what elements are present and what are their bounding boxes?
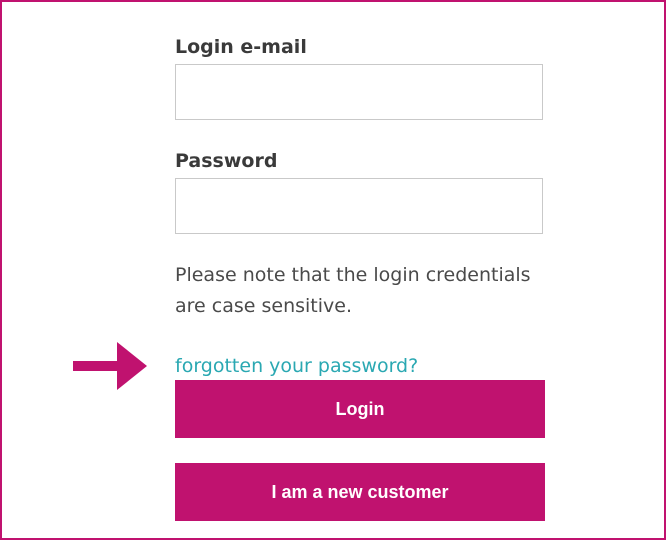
email-label: Login e-mail	[175, 36, 307, 58]
arrow-right-icon	[73, 342, 147, 390]
email-field[interactable]	[175, 64, 543, 120]
password-label: Password	[175, 150, 278, 172]
case-sensitive-note: Please note that the login credentials a…	[175, 264, 531, 317]
login-button[interactable]: Login	[175, 380, 545, 438]
new-customer-button[interactable]: I am a new customer	[175, 463, 545, 521]
password-field[interactable]	[175, 178, 543, 234]
forgot-password-link[interactable]: forgotten your password?	[175, 354, 418, 378]
